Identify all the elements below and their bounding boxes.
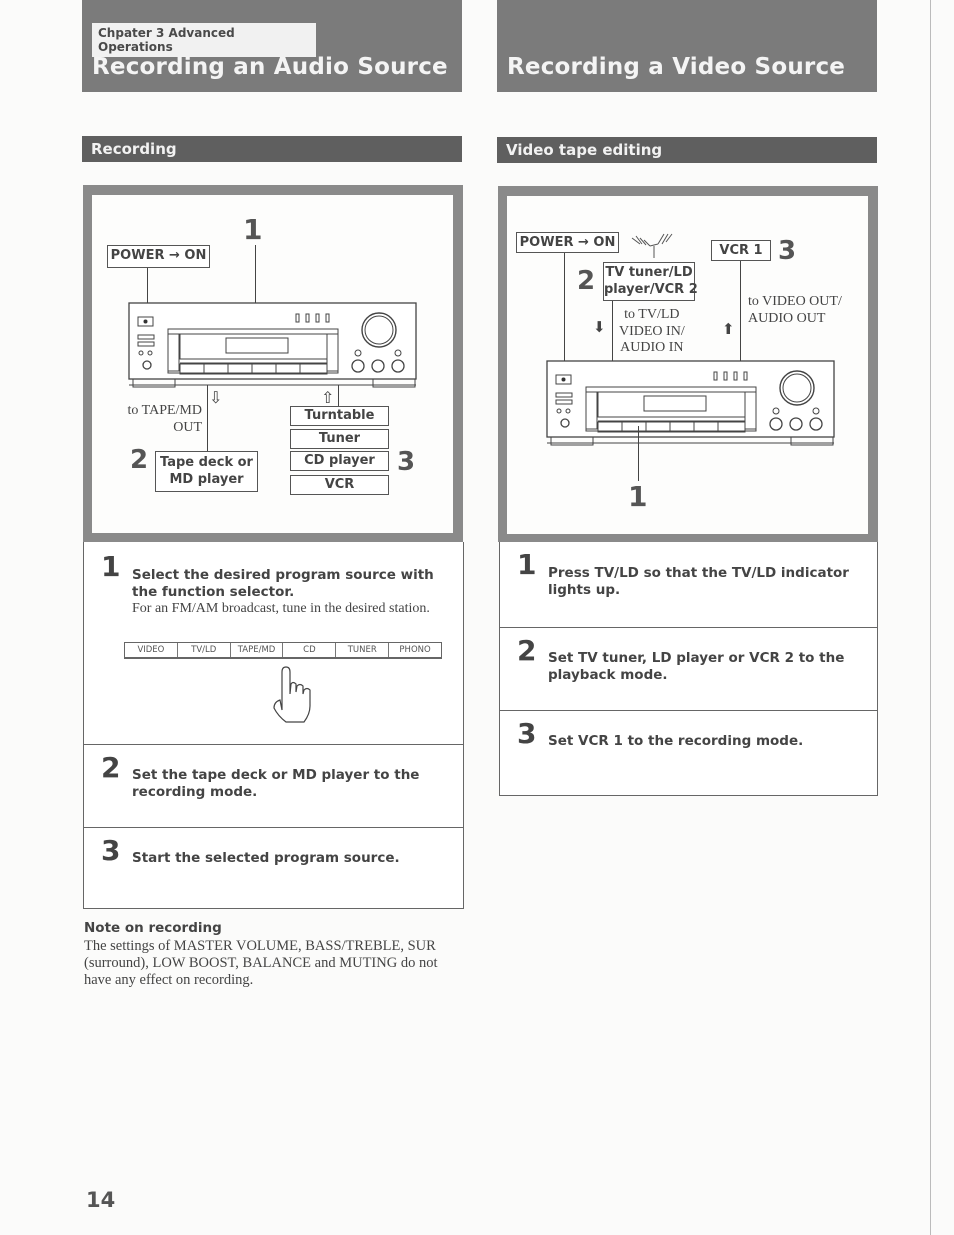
source-vcr: VCR	[290, 475, 389, 495]
power-on-label: POWER → ON	[107, 245, 210, 268]
video-step-2: 2 Set TV tuner, LD player or VCR 2 to th…	[499, 627, 878, 711]
tape-out-label-line1: to TAPE/MD	[127, 403, 202, 418]
page-title-video: Recording a Video Source	[507, 54, 846, 80]
tv-tuner-line2: player/VCR 2	[604, 282, 698, 297]
video-step-1: 1 Press TV/LD so that the TV/LD indicato…	[499, 542, 878, 628]
note-title: Note on recording	[84, 920, 222, 936]
function-tv-ld[interactable]: TV/LD	[178, 643, 231, 657]
down-arrow-icon: ⬇	[593, 318, 606, 336]
section-heading-video-tape-editing: Video tape editing	[497, 137, 877, 163]
step-1-marker: 1	[243, 213, 263, 246]
function-selector: VIDEO TV/LD TAPE/MD CD TUNER PHONO	[124, 642, 442, 659]
step-instruction: Start the selected program source.	[132, 850, 400, 866]
receiver-illustration	[546, 360, 835, 446]
tape-deck-line1: Tape deck or	[160, 455, 253, 470]
up-arrow-icon: ⬆	[722, 320, 735, 338]
function-video[interactable]: VIDEO	[125, 643, 178, 657]
tv-in-line2: VIDEO IN/	[619, 323, 685, 339]
step-instruction: Select the desired program source with t…	[132, 567, 434, 600]
selector-leader-line	[638, 426, 640, 481]
step-1-marker: 1	[628, 480, 648, 513]
section-heading-recording: Recording	[82, 136, 462, 162]
vcr-out-label: to VIDEO OUT/ AUDIO OUT	[748, 293, 842, 327]
step-number: 1	[517, 548, 537, 581]
step-instruction: Set TV tuner, LD player or VCR 2 to the …	[548, 650, 845, 683]
source-turntable: Turntable	[290, 406, 389, 426]
tape-out-label-line2: OUT	[173, 420, 202, 435]
function-phono[interactable]: PHONO	[389, 643, 441, 657]
audio-step-3: 3 Start the selected program source.	[83, 827, 464, 909]
tv-tuner-line1: TV tuner/LD	[605, 265, 693, 280]
vcr1-label: VCR 1	[711, 240, 771, 261]
audio-diagram-frame: POWER → ON 1 ⇩ ⇧ to TAPE/MD OUT 2 Tape d…	[83, 185, 463, 542]
step-number: 2	[517, 634, 537, 667]
function-tape-md[interactable]: TAPE/MD	[231, 643, 284, 657]
video-diagram: POWER → ON 2 TV tuner/LD player/VCR 2 ⬇ …	[507, 196, 868, 534]
tape-out-label: to TAPE/MD OUT	[112, 402, 202, 436]
down-arrow-icon: ⇩	[209, 388, 223, 407]
page-title-audio: Recording an Audio Source	[92, 54, 448, 80]
pointing-hand-icon	[273, 666, 311, 723]
up-arrow-icon: ⇧	[321, 388, 335, 407]
vcr-out-line2: AUDIO OUT	[748, 311, 826, 326]
tape-deck-box: Tape deck or MD player	[155, 451, 258, 492]
audio-step-2: 2 Set the tape deck or MD player to the …	[83, 744, 464, 828]
audio-step-1: 1 Select the desired program source with…	[83, 542, 464, 745]
page-edge-line	[930, 0, 931, 1235]
step-2-marker: 2	[130, 445, 149, 475]
function-tuner[interactable]: TUNER	[336, 643, 390, 657]
tv-in-line1: to TV/LD	[624, 307, 680, 322]
step-number: 2	[101, 751, 121, 784]
note-body: The settings of MASTER VOLUME, BASS/TREB…	[84, 938, 438, 988]
vcr-out-line	[740, 261, 742, 369]
receiver-illustration	[128, 302, 417, 388]
function-cd[interactable]: CD	[283, 643, 337, 657]
tape-deck-line2: MD player	[169, 472, 244, 487]
power-on-label: POWER → ON	[516, 232, 619, 253]
step-number: 3	[517, 717, 537, 750]
right-title-banner: Recording a Video Source	[497, 0, 877, 92]
tv-in-label: to TV/LD VIDEO IN/ AUDIO IN	[619, 307, 685, 357]
tv-tuner-box: TV tuner/LD player/VCR 2	[603, 262, 698, 301]
step-3-marker: 3	[397, 447, 416, 477]
source-in-line	[338, 385, 340, 407]
step-3-marker: 3	[778, 236, 797, 266]
step-detail: For an FM/AM broadcast, tune in the desi…	[132, 601, 430, 616]
step-number: 1	[101, 550, 121, 583]
step-instruction: Set the tape deck or MD player to the re…	[132, 767, 420, 800]
antenna-icon	[631, 233, 673, 258]
chapter-label: Chpater 3 Advanced Operations	[92, 23, 316, 57]
step-instruction: Press TV/LD so that the TV/LD indicator …	[548, 565, 849, 598]
tv-in-line3: AUDIO IN	[620, 340, 684, 355]
step-number: 3	[101, 834, 121, 867]
source-tuner: Tuner	[290, 429, 389, 449]
vcr-out-line1: to VIDEO OUT/	[748, 294, 842, 309]
step-2-marker: 2	[577, 266, 596, 296]
page-number: 14	[86, 1188, 116, 1212]
video-step-3: 3 Set VCR 1 to the recording mode.	[499, 710, 878, 796]
video-diagram-frame: POWER → ON 2 TV tuner/LD player/VCR 2 ⬇ …	[498, 186, 878, 542]
step-instruction: Set VCR 1 to the recording mode.	[548, 733, 804, 749]
left-title-banner: Chpater 3 Advanced Operations Recording …	[82, 0, 462, 92]
audio-diagram: POWER → ON 1 ⇩ ⇧ to TAPE/MD OUT 2 Tape d…	[92, 195, 453, 533]
source-cd-player: CD player	[290, 451, 389, 471]
